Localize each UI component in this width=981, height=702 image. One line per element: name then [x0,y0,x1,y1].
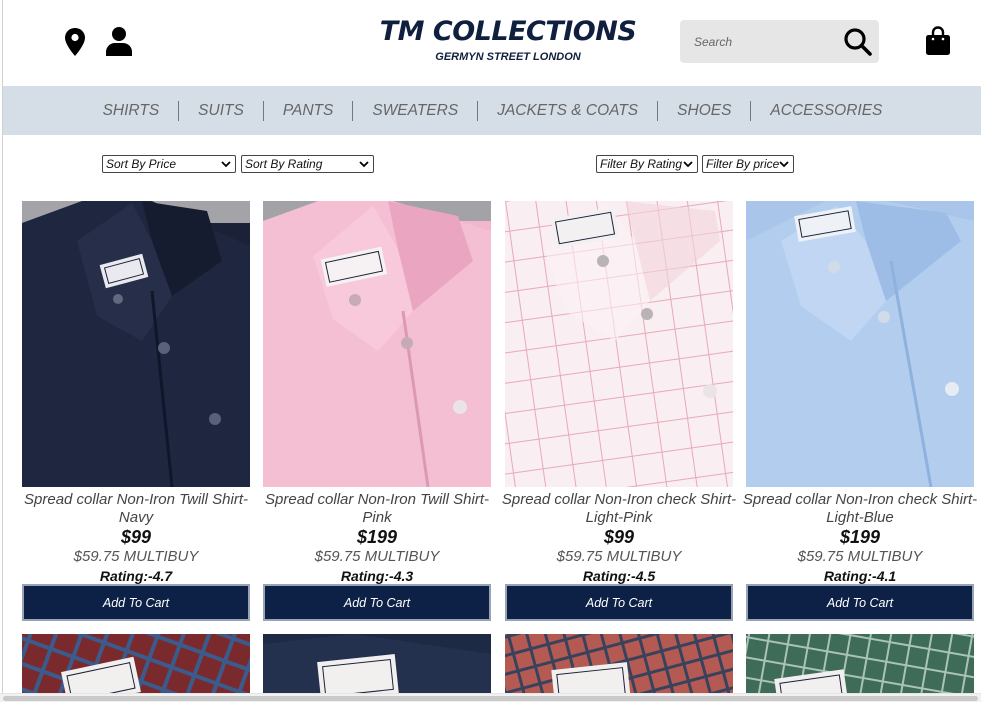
add-to-cart-button[interactable]: Add To Cart [22,584,250,621]
product-image[interactable] [22,201,250,487]
product-title[interactable]: Spread collar Non-Iron check Shirt-Light… [742,491,978,527]
brand-title: TM COLLECTIONS [379,16,637,47]
product-card: Spread collar Non-Iron Twill Shirt-Navy … [22,201,250,621]
nav-item-accessories[interactable]: ACCESSORIES [751,101,901,121]
product-rating: Rating:-4.5 [582,568,656,584]
product-price: $99 [603,527,635,547]
product-card: Spread collar Non-Iron check Shirt-Light… [743,201,977,621]
horizontal-scrollbar[interactable] [0,693,981,702]
nav-item-shirts[interactable]: SHIRTS [84,100,180,121]
product-image[interactable] [746,201,974,487]
nav-item-pants[interactable]: PANTS [264,100,354,121]
product-price: $99 [120,527,152,547]
product-rating: Rating:-4.3 [340,568,414,584]
product-image[interactable] [263,201,491,487]
add-to-cart-button[interactable]: Add To Cart [746,584,974,621]
chevron-down-icon [683,161,693,168]
product-rating: Rating:-4.1 [823,568,897,584]
add-to-cart-button[interactable]: Add To Cart [263,584,491,621]
filter-by-rating-select[interactable]: Filter By Rating [596,155,698,173]
scrollbar-thumb[interactable] [3,696,978,701]
filter-by-price-label: Filter By price [706,157,780,171]
product-image[interactable] [505,634,733,696]
nav-item-shoes[interactable]: SHOES [658,100,752,121]
filter-by-rating-label: Filter By Rating [600,157,683,171]
product-title[interactable]: Spread collar Non-Iron Twill Shirt-Navy [18,491,254,527]
product-image[interactable] [22,634,250,696]
page-frame: TM COLLECTIONS GERMYN STREET LONDON SHIR… [2,0,981,696]
category-nav: SHIRTS SUITS PANTS SWEATERS JACKETS & CO… [3,86,981,135]
product-multibuy: $59.75 MULTIBUY [797,548,923,565]
product-multibuy: $59.75 MULTIBUY [314,548,440,565]
nav-item-suits[interactable]: SUITS [179,100,264,121]
user-icon[interactable] [103,24,135,58]
product-title[interactable]: Spread collar Non-Iron Twill Shirt-Pink [259,491,495,527]
search-input[interactable] [680,20,830,63]
sort-by-rating-select[interactable]: Sort By Rating [241,155,374,173]
product-image[interactable] [263,634,491,696]
nav-item-jackets-coats[interactable]: JACKETS & COATS [478,100,659,121]
site-header: TM COLLECTIONS GERMYN STREET LONDON [3,0,981,86]
product-image[interactable] [746,634,974,696]
filter-by-price-select[interactable]: Filter By price [702,155,794,173]
chevron-down-icon [221,161,231,168]
add-to-cart-button[interactable]: Add To Cart [505,584,733,621]
location-pin-icon[interactable] [61,26,89,58]
product-image[interactable] [505,201,733,487]
product-card: Spread collar Non-Iron check Shirt-Light… [502,201,736,621]
product-price: $199 [839,527,881,547]
product-price: $199 [356,527,398,547]
product-title[interactable]: Spread collar Non-Iron check Shirt-Light… [501,491,737,527]
sort-by-price-label: Sort By Price [106,157,177,171]
sort-by-rating-label: Sort By Rating [245,157,323,171]
sort-by-price-select[interactable]: Sort By Price [102,155,236,173]
brand-logo[interactable]: TM COLLECTIONS GERMYN STREET LONDON [363,16,653,64]
chevron-down-icon [779,161,789,168]
chevron-down-icon [359,161,369,168]
product-card: Spread collar Non-Iron Twill Shirt-Pink … [263,201,491,621]
product-multibuy: $59.75 MULTIBUY [556,548,682,565]
product-multibuy: $59.75 MULTIBUY [73,548,199,565]
brand-subtitle: GERMYN STREET LONDON [435,51,581,63]
nav-item-sweaters[interactable]: SWEATERS [353,100,479,121]
search-icon[interactable] [841,25,875,59]
product-rating: Rating:-4.7 [99,568,173,584]
search-box [680,20,879,63]
shopping-bag-icon[interactable] [923,24,953,58]
